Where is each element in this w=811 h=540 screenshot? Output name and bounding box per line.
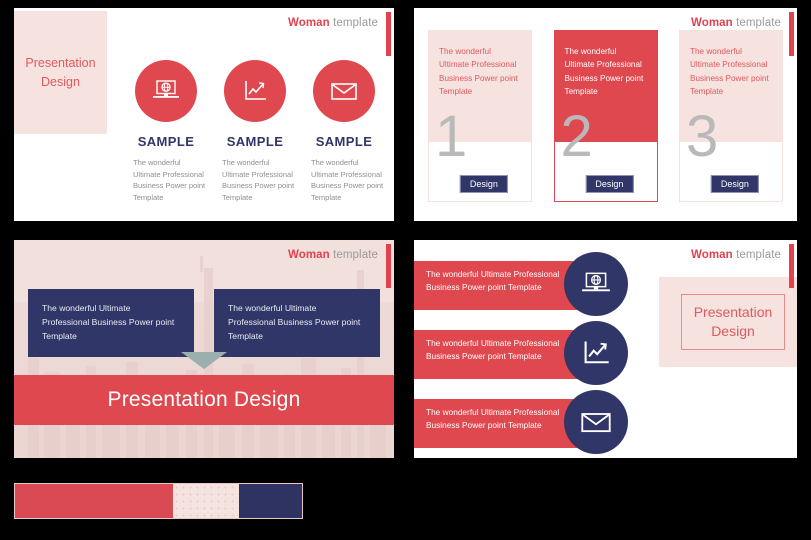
numbered-card-list: The wonderful Ultimate Professional Busi… bbox=[428, 30, 783, 213]
card-number: 3 bbox=[686, 104, 719, 169]
feature-title: SAMPLE bbox=[226, 134, 284, 149]
feature-title: SAMPLE bbox=[137, 134, 195, 149]
brand-name: Woman bbox=[690, 249, 733, 261]
slide-2[interactable]: Woman template The wonderful Ultimate Pr… bbox=[414, 8, 797, 221]
icon-circle bbox=[564, 321, 628, 385]
band-title: Presentation Design bbox=[107, 388, 301, 411]
card-text: The wonderful Ultimate Professional Busi… bbox=[690, 47, 769, 96]
line-chart-icon bbox=[245, 81, 266, 100]
brand-suffix: template bbox=[333, 249, 378, 261]
swatch-accent-red bbox=[15, 484, 173, 518]
slide-deck-preview: Woman template Presentation Design SAMPL… bbox=[0, 0, 811, 540]
card-footer: 1 Design bbox=[428, 108, 532, 202]
brand-accent-bar bbox=[386, 244, 391, 288]
brand-suffix: template bbox=[736, 249, 781, 261]
brand-name: Woman bbox=[690, 17, 733, 29]
slide-3[interactable]: Woman template The wonderful Ultimate Pr… bbox=[14, 240, 394, 458]
feature-icon-circle bbox=[135, 60, 197, 122]
presentation-design-panel: Presentation Design bbox=[659, 277, 797, 367]
brand-suffix: template bbox=[333, 17, 378, 29]
numbered-card[interactable]: The wonderful Ultimate Professional Busi… bbox=[428, 30, 532, 213]
presentation-design-panel: Presentation Design bbox=[14, 11, 107, 134]
envelope-icon bbox=[331, 83, 357, 100]
swatch-light-pink bbox=[173, 484, 239, 518]
brand-accent-bar bbox=[789, 244, 794, 288]
brand-label: Woman template bbox=[288, 17, 378, 29]
design-button[interactable]: Design bbox=[710, 175, 759, 193]
brand-name: Woman bbox=[287, 17, 330, 29]
brand-label: Woman template bbox=[691, 17, 781, 29]
info-box[interactable]: The wonderful Ultimate Professional Busi… bbox=[214, 289, 380, 357]
feature-description: The wonderful Ultimate Professional Busi… bbox=[133, 158, 206, 202]
presentation-design-text: Presentation Design bbox=[680, 294, 786, 350]
icon-row[interactable]: The wonderful Ultimate Professional Busi… bbox=[414, 321, 636, 390]
card-number: 1 bbox=[435, 104, 468, 169]
slide-1-columns: SAMPLE The wonderful Ultimate Profession… bbox=[124, 60, 386, 204]
card-text: The wonderful Ultimate Professional Busi… bbox=[564, 47, 644, 96]
icon-row[interactable]: The wonderful Ultimate Professional Busi… bbox=[414, 390, 636, 458]
design-button[interactable]: Design bbox=[459, 175, 508, 193]
feature-column[interactable]: SAMPLE The wonderful Ultimate Profession… bbox=[124, 60, 208, 204]
envelope-icon bbox=[581, 413, 611, 433]
brand-name: Woman bbox=[287, 249, 330, 261]
brand-suffix: template bbox=[736, 17, 781, 29]
feature-description: The wonderful Ultimate Professional Busi… bbox=[222, 158, 295, 202]
icon-circle bbox=[564, 390, 628, 454]
numbered-card[interactable]: The wonderful Ultimate Professional Busi… bbox=[679, 30, 783, 213]
presentation-design-text: Presentation Design bbox=[25, 56, 96, 89]
brand-accent-bar bbox=[386, 12, 391, 56]
card-footer: 2 Design bbox=[553, 108, 658, 202]
feature-icon-circle bbox=[224, 60, 286, 122]
slide-4[interactable]: Woman template The wonderful Ultimate Pr… bbox=[414, 240, 797, 458]
title-band: Presentation Design bbox=[14, 375, 394, 425]
info-box[interactable]: The wonderful Ultimate Professional Busi… bbox=[28, 289, 194, 357]
laptop-globe-icon bbox=[153, 80, 179, 98]
card-text: The wonderful Ultimate Professional Busi… bbox=[439, 47, 518, 96]
brand-label: Woman template bbox=[691, 249, 781, 261]
feature-title: SAMPLE bbox=[315, 134, 373, 149]
text-box-row: The wonderful Ultimate Professional Busi… bbox=[28, 289, 380, 357]
feature-description: The wonderful Ultimate Professional Busi… bbox=[311, 158, 384, 202]
numbered-card[interactable]: The wonderful Ultimate Professional Busi… bbox=[553, 30, 658, 213]
card-footer: 3 Design bbox=[679, 108, 783, 202]
swatch-navy bbox=[239, 484, 302, 518]
brand-label: Woman template bbox=[288, 249, 378, 261]
feature-column[interactable]: SAMPLE The wonderful Ultimate Profession… bbox=[213, 60, 297, 204]
color-palette-bar bbox=[14, 483, 303, 519]
laptop-globe-icon bbox=[582, 272, 610, 292]
icon-circle bbox=[564, 252, 628, 316]
line-chart-icon bbox=[584, 341, 609, 364]
brand-accent-bar bbox=[789, 12, 794, 56]
slide-1[interactable]: Woman template Presentation Design SAMPL… bbox=[14, 8, 394, 221]
icon-row-list: The wonderful Ultimate Professional Busi… bbox=[414, 252, 636, 458]
down-arrow-icon bbox=[181, 352, 227, 369]
feature-icon-circle bbox=[313, 60, 375, 122]
icon-row[interactable]: The wonderful Ultimate Professional Busi… bbox=[414, 252, 636, 321]
design-button[interactable]: Design bbox=[585, 175, 634, 193]
feature-column[interactable]: SAMPLE The wonderful Ultimate Profession… bbox=[302, 60, 386, 204]
card-number: 2 bbox=[560, 104, 593, 169]
